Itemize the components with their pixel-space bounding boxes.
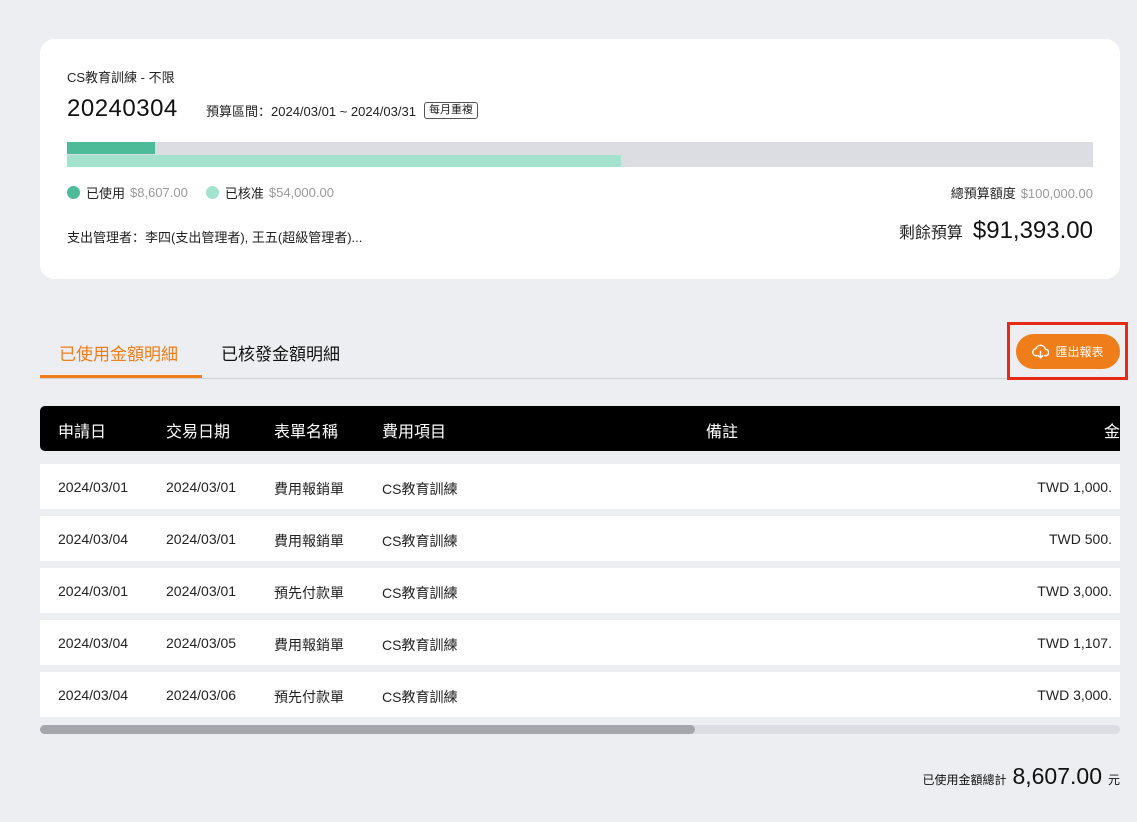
cell-amount: TWD 3,000.	[1037, 583, 1112, 599]
approved-amount: $54,000.00	[268, 185, 334, 200]
cell-amount: TWD 500.	[1048, 531, 1112, 547]
cell-apply-date: 2024/03/04	[58, 635, 129, 651]
expense-table: 申請日 交易日期 表單名稱 費用項目 備註 金 2024/03/01 2024/…	[40, 406, 1120, 718]
budget-progress-bar	[67, 142, 1093, 167]
approved-legend-dot	[205, 186, 219, 199]
used-legend-dot	[67, 186, 80, 199]
export-report-button[interactable]: 匯出報表	[1016, 334, 1120, 369]
used-total-label: 已使用金額總計	[922, 773, 1007, 787]
header-transaction-date: 交易日期	[166, 424, 231, 441]
used-legend-label: 已使用	[86, 186, 126, 201]
used-total-value: 8,607.00	[1012, 763, 1102, 789]
budget-summary-card: CS教育訓練 - 不限 20240304 預算區間：2024/03/01 ~ 2…	[40, 39, 1120, 279]
header-amount: 金	[1104, 424, 1120, 441]
budget-name: CS教育訓練 - 不限	[67, 70, 175, 85]
cell-expense-item: CS教育訓練	[382, 533, 458, 549]
cell-transaction-date: 2024/03/01	[166, 583, 237, 599]
approved-progress-fill	[67, 155, 622, 167]
cloud-download-icon	[1032, 344, 1050, 359]
used-total-unit: 元	[1107, 773, 1120, 787]
table-row[interactable]: 2024/03/04 2024/03/01 費用報銷單 CS教育訓練 TWD 5…	[40, 516, 1120, 561]
export-report-label: 匯出報表	[1055, 345, 1104, 359]
table-header: 申請日 交易日期 表單名稱 費用項目 備註 金	[40, 406, 1120, 451]
cell-apply-date: 2024/03/04	[58, 687, 129, 703]
table-row[interactable]: 2024/03/01 2024/03/01 預先付款單 CS教育訓練 TWD 3…	[40, 568, 1120, 613]
cell-transaction-date: 2024/03/06	[166, 687, 237, 703]
expense-managers: 支出管理者：李四(支出管理者), 王五(超級管理者)...	[67, 230, 363, 245]
header-form-name: 表單名稱	[274, 424, 339, 441]
cell-amount: TWD 3,000.	[1037, 687, 1112, 703]
used-progress-fill	[67, 142, 156, 154]
detail-tabs: 已使用金額明細 已核發金額明細	[40, 330, 1120, 379]
cell-transaction-date: 2024/03/01	[166, 479, 237, 495]
table-row[interactable]: 2024/03/04 2024/03/05 費用報銷單 CS教育訓練 TWD 1…	[40, 620, 1120, 665]
tab-approved-details[interactable]: 已核發金額明細	[221, 340, 340, 378]
budget-period: 預算區間：2024/03/01 ~ 2024/03/31 每月重複	[206, 101, 478, 120]
cell-form-name: 費用報銷單	[274, 481, 344, 497]
cell-form-name: 費用報銷單	[274, 637, 344, 653]
used-total-summary: 已使用金額總計 8,607.00 元	[922, 763, 1120, 790]
cell-amount: TWD 1,107.	[1037, 635, 1112, 651]
cell-transaction-date: 2024/03/01	[166, 531, 237, 547]
remaining-budget-label: 剩餘預算	[898, 225, 963, 242]
total-budget-label: 總預算額度	[950, 186, 1016, 201]
tab-used-details[interactable]: 已使用金額明細	[40, 340, 202, 378]
cell-apply-date: 2024/03/01	[58, 583, 129, 599]
cell-expense-item: CS教育訓練	[382, 637, 458, 653]
header-note: 備註	[706, 424, 739, 441]
cell-expense-item: CS教育訓練	[382, 481, 458, 497]
total-budget: 總預算額度 $100,000.00	[951, 183, 1093, 202]
total-budget-amount: $100,000.00	[1020, 186, 1093, 201]
table-horizontal-scrollbar[interactable]	[40, 725, 1120, 734]
cell-expense-item: CS教育訓練	[382, 585, 458, 601]
remaining-budget-amount: $91,393.00	[972, 217, 1093, 244]
cell-form-name: 預先付款單	[274, 585, 344, 601]
budget-period-text: 預算區間：2024/03/01 ~ 2024/03/31	[206, 104, 416, 119]
table-row[interactable]: 2024/03/04 2024/03/06 預先付款單 CS教育訓練 TWD 3…	[40, 672, 1120, 717]
cell-apply-date: 2024/03/04	[58, 531, 129, 547]
cell-amount: TWD 1,000.	[1037, 479, 1112, 495]
cell-form-name: 費用報銷單	[274, 533, 344, 549]
approved-legend-label: 已核准	[224, 186, 264, 201]
header-apply-date: 申請日	[58, 424, 107, 441]
table-row[interactable]: 2024/03/01 2024/03/01 費用報銷單 CS教育訓練 TWD 1…	[40, 464, 1120, 509]
cell-expense-item: CS教育訓練	[382, 689, 458, 705]
progress-legend: 已使用 $8,607.00 已核准 $54,000.00	[67, 183, 352, 202]
recurrence-badge: 每月重複	[423, 102, 478, 119]
cell-transaction-date: 2024/03/05	[166, 635, 237, 651]
cell-apply-date: 2024/03/01	[58, 479, 129, 495]
used-amount: $8,607.00	[130, 185, 188, 200]
scrollbar-thumb[interactable]	[40, 725, 695, 734]
budget-code: 20240304	[67, 95, 178, 122]
header-expense-item: 費用項目	[382, 424, 447, 441]
cell-form-name: 預先付款單	[274, 689, 344, 705]
remaining-budget: 剩餘預算 $91,393.00	[899, 217, 1093, 245]
